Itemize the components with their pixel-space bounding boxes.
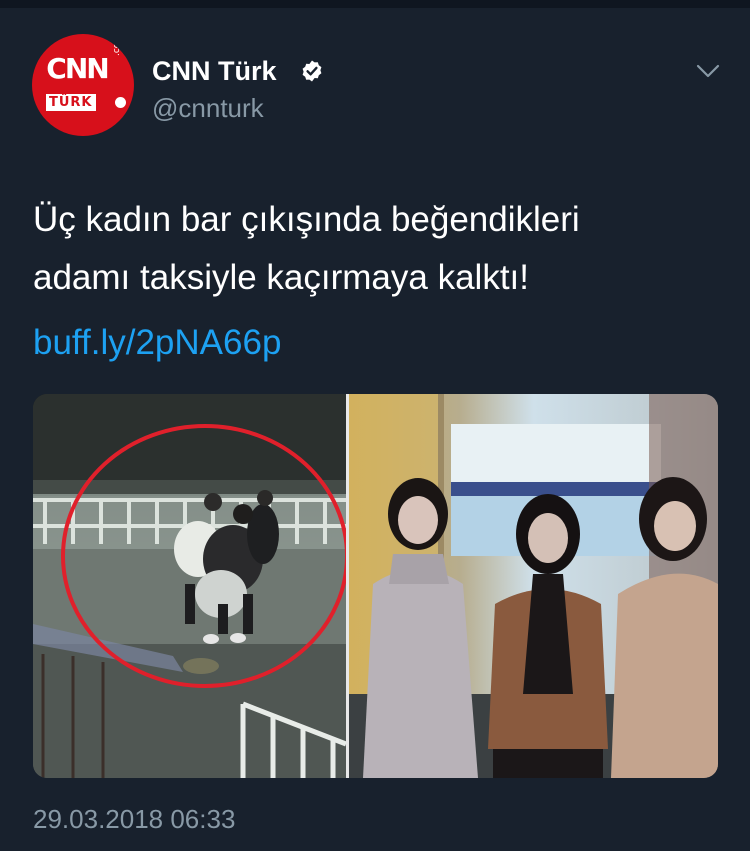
avatar[interactable]: CNN .com TÜRK [32, 34, 134, 136]
tweet-text: Üç kadın bar çıkışında beğendikleri adam… [33, 191, 713, 307]
author-handle[interactable]: @cnnturk [152, 92, 264, 124]
tweet-media[interactable] [33, 394, 718, 778]
avatar-logo-sub: TÜRK [46, 94, 96, 111]
author-name[interactable]: CNN Türk [152, 55, 277, 87]
tweet-text-line: adamı taksiyle kaçırmaya kalktı! [33, 258, 529, 297]
avatar-logo-dot [115, 97, 126, 108]
avatar-logo-text: CNN [46, 52, 109, 85]
verified-icon [302, 60, 322, 82]
photo-image [349, 394, 718, 778]
cctv-image [33, 394, 349, 778]
avatar-logo-com: .com [112, 34, 122, 56]
chevron-down-icon[interactable] [696, 63, 720, 79]
tweet-card: CNN .com TÜRK CNN Türk @cnnturk Üç kadın… [0, 0, 750, 851]
tweet-link[interactable]: buff.ly/2pNA66p [33, 314, 281, 372]
timestamp[interactable]: 29.03.2018 06:33 [33, 803, 235, 835]
tweet-text-line: Üç kadın bar çıkışında beğendikleri [33, 200, 580, 239]
